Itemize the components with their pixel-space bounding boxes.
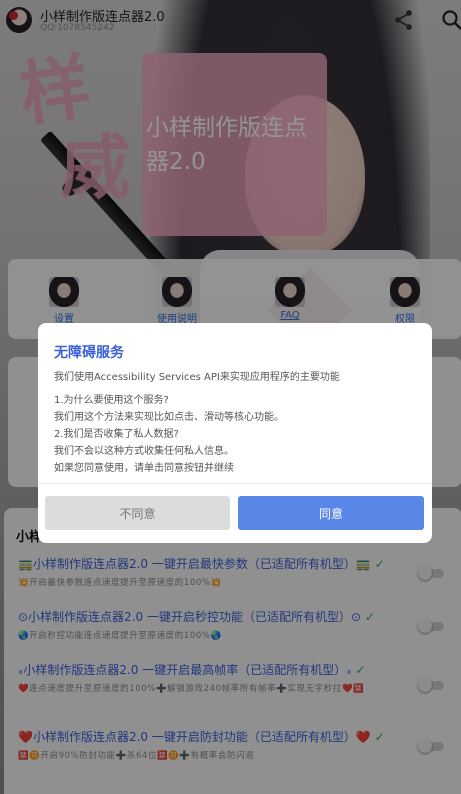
- dialog-line: 1.为什么要使用这个服务?: [54, 395, 169, 406]
- dialog-body: 我们使用Accessibility Services API来实现应用程序的主要…: [54, 369, 420, 477]
- dialog-line: 我们用这个方法来实现比如点击、滑动等核心功能。: [54, 412, 284, 423]
- accessibility-dialog: 无障碍服务 我们使用Accessibility Services API来实现应…: [38, 323, 432, 543]
- dialog-line: 我们不会以这种方式收集任何私人信息。: [54, 446, 234, 457]
- dialog-intro: 我们使用Accessibility Services API来实现应用程序的主要…: [54, 372, 340, 383]
- disagree-button[interactable]: 不同意: [45, 496, 230, 530]
- dialog-title: 无障碍服务: [54, 345, 124, 361]
- dialog-line: 2.我们是否收集了私人数据?: [54, 429, 179, 440]
- dialog-divider: [38, 483, 432, 484]
- dialog-line: 如果您同意使用，请单击同意按钮并继续: [54, 463, 234, 474]
- agree-button[interactable]: 同意: [238, 496, 424, 530]
